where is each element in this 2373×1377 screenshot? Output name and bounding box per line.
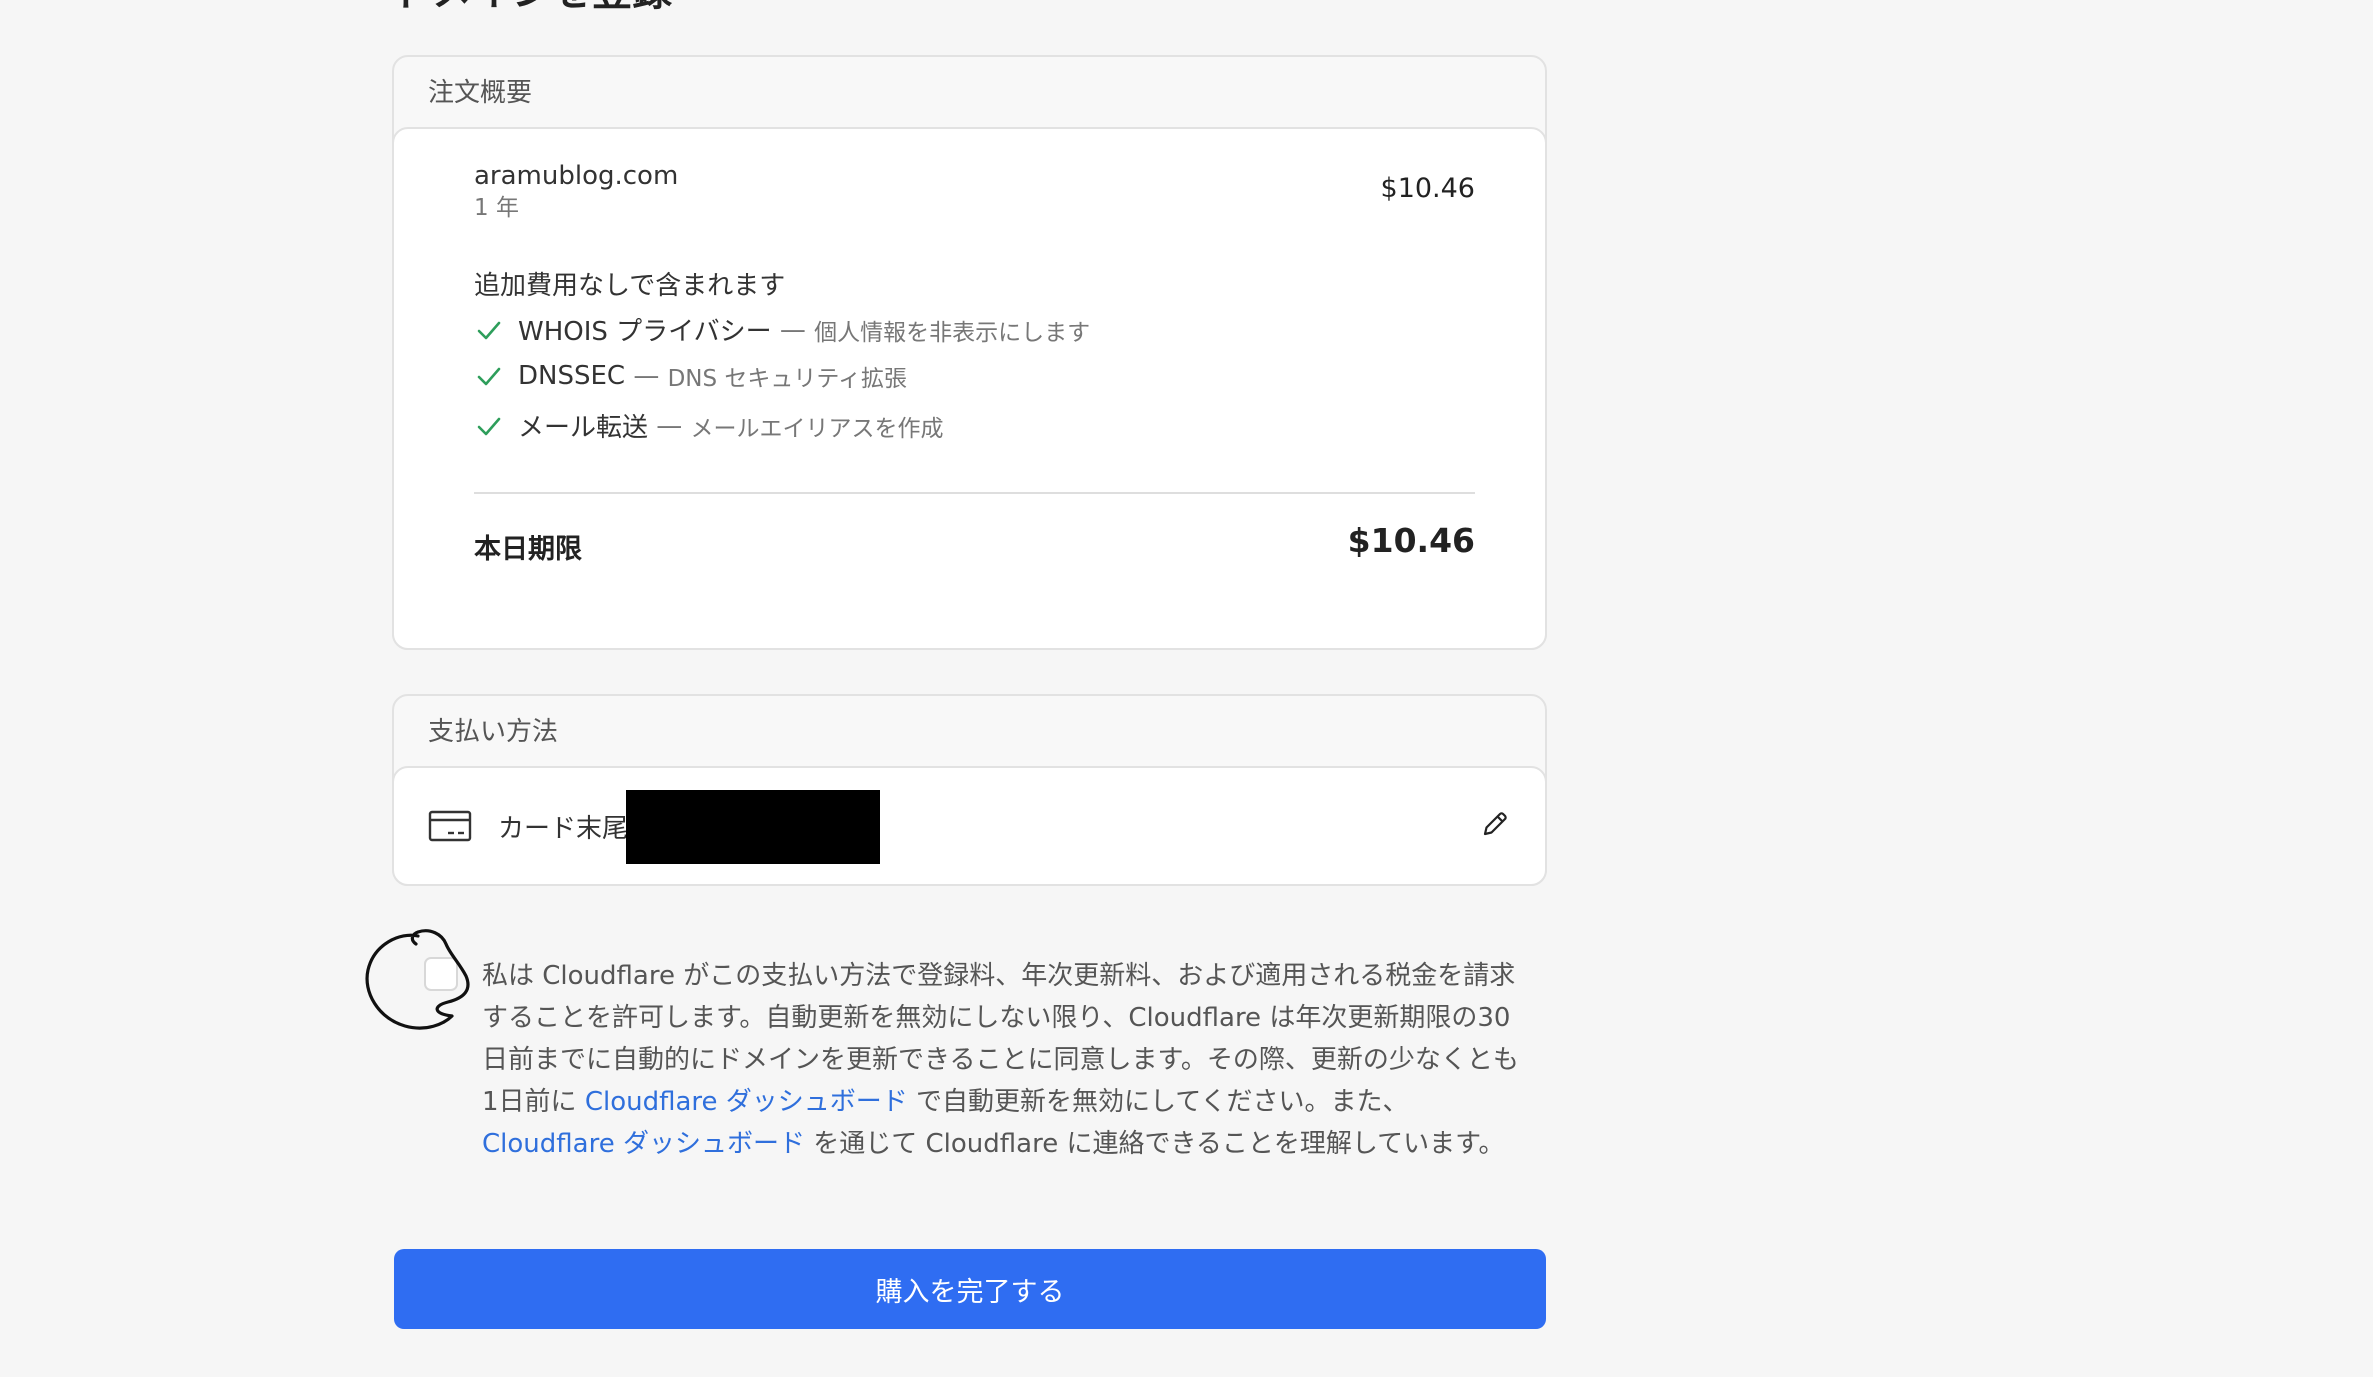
payment-method-panel: 支払い方法 カード末尾 bbox=[392, 694, 1547, 886]
feature-name: WHOIS プライバシー bbox=[518, 317, 772, 347]
card-ending-label: カード末尾 bbox=[498, 814, 629, 844]
complete-purchase-button[interactable]: 購入を完了する bbox=[394, 1249, 1546, 1329]
consent-text: 私は Cloudflare がこの支払い方法で登録料、年次更新料、および適用され… bbox=[482, 955, 1522, 1165]
divider bbox=[474, 492, 1475, 494]
feature-email-forwarding: メール転送 — メールエイリアスを作成 bbox=[474, 407, 944, 444]
check-icon bbox=[477, 367, 501, 386]
page-title: ドメインを登録 bbox=[392, 0, 672, 12]
consent-checkbox[interactable] bbox=[424, 957, 458, 991]
payment-method-header: 支払い方法 bbox=[428, 717, 559, 747]
redacted-card-number bbox=[626, 790, 880, 864]
dashboard-link-2[interactable]: Cloudflare ダッシュボード bbox=[482, 1129, 805, 1159]
feature-whois: WHOIS プライバシー — 個人情報を非表示にします bbox=[474, 311, 1090, 348]
consent-text-part-3: を通じて Cloudflare に連絡できることを理解しています。 bbox=[804, 1129, 1505, 1159]
domain-term: 1 年 bbox=[474, 195, 519, 221]
feature-name: メール転送 bbox=[518, 413, 649, 443]
feature-dnssec: DNSSEC — DNS セキュリティ拡張 bbox=[474, 359, 907, 393]
order-summary-body: aramublog.com 1 年 $10.46 追加費用なしで含まれます WH… bbox=[392, 127, 1547, 650]
included-heading: 追加費用なしで含まれます bbox=[474, 271, 786, 301]
order-summary-panel: 注文概要 aramublog.com 1 年 $10.46 追加費用なしで含まれ… bbox=[392, 55, 1547, 650]
feature-separator: — bbox=[656, 410, 683, 441]
consent-text-part-2: で自動更新を無効にしてください。また、 bbox=[907, 1087, 1409, 1117]
dashboard-link[interactable]: Cloudflare ダッシュボード bbox=[585, 1087, 908, 1117]
total-label: 本日期限 bbox=[474, 534, 582, 565]
feature-separator: — bbox=[779, 314, 806, 345]
credit-card-icon bbox=[428, 810, 472, 842]
payment-method-body: カード末尾 bbox=[392, 766, 1547, 886]
feature-separator: — bbox=[633, 361, 660, 391]
domain-row: aramublog.com 1 年 $10.46 bbox=[474, 159, 1475, 223]
page: ドメインを登録 注文概要 aramublog.com 1 年 $10.46 追加… bbox=[0, 0, 2373, 1377]
pencil-icon[interactable] bbox=[1479, 808, 1511, 840]
order-summary-header: 注文概要 bbox=[428, 78, 533, 108]
total-value: $10.46 bbox=[1347, 521, 1475, 560]
feature-description: メールエイリアスを作成 bbox=[690, 415, 944, 442]
feature-description: DNS セキュリティ拡張 bbox=[667, 366, 908, 392]
feature-name: DNSSEC bbox=[518, 361, 626, 391]
domain-name: aramublog.com bbox=[474, 161, 679, 191]
feature-description: 個人情報を非表示にします bbox=[814, 319, 1091, 346]
check-icon bbox=[477, 417, 501, 435]
domain-price: $10.46 bbox=[1380, 173, 1475, 204]
check-icon bbox=[477, 321, 501, 339]
